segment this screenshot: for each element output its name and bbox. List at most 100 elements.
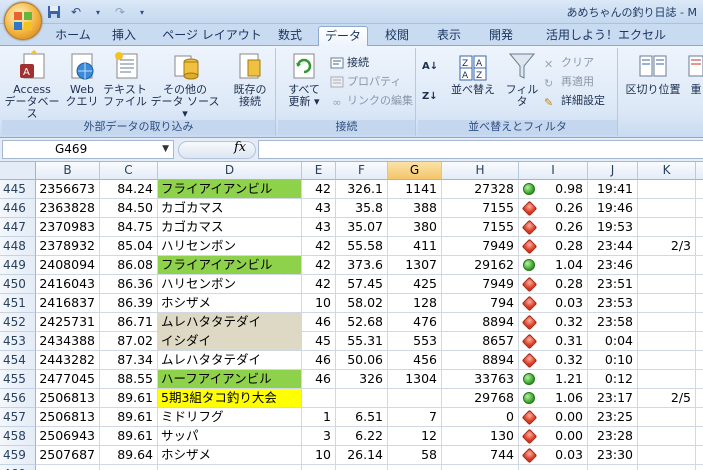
cell-b[interactable]: 2506943 (36, 427, 100, 446)
cell-c[interactable]: 87.02 (100, 332, 158, 351)
cell-i[interactable]: 0.31 (519, 332, 588, 351)
column-header-c[interactable]: C (100, 162, 158, 180)
row-header[interactable]: 452 (0, 313, 36, 332)
cell-d[interactable]: フライアイアンビル (158, 180, 302, 199)
cell-l[interactable] (696, 294, 703, 313)
cell-e[interactable]: 42 (302, 180, 336, 199)
cell-j[interactable]: 23:58 (588, 313, 638, 332)
cell-h[interactable]: 130 (442, 427, 519, 446)
tab-page-layout[interactable]: ページ レイアウト (160, 26, 264, 46)
row-header[interactable]: 459 (0, 446, 36, 465)
formula-input[interactable] (258, 140, 703, 159)
cell-g[interactable]: 58 (388, 446, 442, 465)
cell-h[interactable]: 29162 (442, 256, 519, 275)
cell-j[interactable]: 23:17 (588, 389, 638, 408)
cell-i[interactable]: 1.06 (519, 389, 588, 408)
cell-j[interactable] (588, 465, 638, 470)
row-header[interactable]: 450 (0, 275, 36, 294)
cell-b[interactable]: 2370983 (36, 218, 100, 237)
cell-k[interactable]: 2/3 (638, 237, 696, 256)
cell-h[interactable] (442, 465, 519, 470)
column-header-b[interactable]: B (36, 162, 100, 180)
cell-l[interactable] (696, 237, 703, 256)
cell-b[interactable] (36, 465, 100, 470)
cell-c[interactable]: 88.55 (100, 370, 158, 389)
row-header[interactable]: 446 (0, 199, 36, 218)
cell-c[interactable]: 86.39 (100, 294, 158, 313)
cell-b[interactable]: 2443282 (36, 351, 100, 370)
cell-i[interactable]: 0.00 (519, 427, 588, 446)
cell-c[interactable]: 86.71 (100, 313, 158, 332)
cell-i[interactable]: 0.28 (519, 237, 588, 256)
cell-e[interactable]: 42 (302, 275, 336, 294)
cell-k[interactable] (638, 446, 696, 465)
insert-function-icon[interactable]: fx (234, 140, 246, 155)
clear-button[interactable]: ✕ クリア (544, 54, 594, 71)
cell-e[interactable]: 3 (302, 427, 336, 446)
worksheet-grid[interactable]: B C D E F G H I J K 445 2356673 84.24 フライアイアンビル 42 326.… (0, 162, 703, 470)
cell-k[interactable] (638, 408, 696, 427)
cell-g[interactable]: 380 (388, 218, 442, 237)
cell-c[interactable]: 84.75 (100, 218, 158, 237)
row-header[interactable]: 453 (0, 332, 36, 351)
access-button[interactable]: A Access データベース (4, 50, 60, 120)
cell-c[interactable]: 89.61 (100, 389, 158, 408)
cell-d[interactable] (158, 465, 302, 470)
cell-f[interactable]: 6.51 (336, 408, 388, 427)
cell-k[interactable] (638, 313, 696, 332)
row-header[interactable]: 455 (0, 370, 36, 389)
row-header[interactable]: 445 (0, 180, 36, 199)
cell-j[interactable]: 23:46 (588, 256, 638, 275)
cell-h[interactable]: 7949 (442, 275, 519, 294)
cell-d[interactable]: カゴカマス (158, 218, 302, 237)
tab-insert[interactable]: 挿入 (104, 26, 144, 46)
cell-l[interactable] (696, 427, 703, 446)
row-header[interactable]: 456 (0, 389, 36, 408)
chevron-down-icon[interactable]: ▾ (90, 4, 106, 20)
cell-d[interactable]: ハリセンボン (158, 275, 302, 294)
refresh-all-button[interactable]: すべて 更新 ▾ (282, 50, 326, 108)
cell-f[interactable]: 373.6 (336, 256, 388, 275)
cell-i[interactable]: 1.21 (519, 370, 588, 389)
existing-connections-button[interactable]: 既存の 接続 (228, 50, 272, 108)
cell-g[interactable]: 388 (388, 199, 442, 218)
cell-e[interactable]: 45 (302, 332, 336, 351)
cell-e[interactable]: 46 (302, 313, 336, 332)
cell-j[interactable]: 23:28 (588, 427, 638, 446)
other-sources-button[interactable]: その他の データ ソース ▾ (148, 50, 222, 120)
cell-b[interactable]: 2363828 (36, 199, 100, 218)
cell-j[interactable]: 0:04 (588, 332, 638, 351)
cell-j[interactable]: 23:51 (588, 275, 638, 294)
cell-l[interactable] (696, 275, 703, 294)
web-query-button[interactable]: Web クエリ (64, 50, 100, 108)
cell-h[interactable]: 794 (442, 294, 519, 313)
cell-h[interactable]: 7155 (442, 199, 519, 218)
tab-katsuyou[interactable]: 活用しよう！エクセル (536, 26, 676, 46)
cell-k[interactable] (638, 218, 696, 237)
cell-g[interactable]: 476 (388, 313, 442, 332)
cell-k[interactable] (638, 294, 696, 313)
customize-icon[interactable]: ▾ (134, 4, 150, 20)
column-header-e[interactable]: E (302, 162, 336, 180)
cell-h[interactable]: 8894 (442, 313, 519, 332)
row-header[interactable]: 447 (0, 218, 36, 237)
column-header-j[interactable]: J (588, 162, 638, 180)
cell-l[interactable] (696, 351, 703, 370)
cell-h[interactable]: 27328 (442, 180, 519, 199)
tab-home[interactable]: ホーム (50, 26, 96, 46)
advanced-filter-button[interactable]: ✎ 詳細設定 (544, 92, 605, 109)
row-header[interactable]: 457 (0, 408, 36, 427)
cell-h[interactable]: 0 (442, 408, 519, 427)
cell-i[interactable]: 0.32 (519, 351, 588, 370)
cell-j[interactable]: 0:12 (588, 370, 638, 389)
cell-f[interactable]: 57.45 (336, 275, 388, 294)
properties-button[interactable]: プロパティ (330, 73, 401, 90)
text-to-columns-button[interactable]: 区切り位置 (622, 50, 684, 96)
cell-f[interactable]: 52.68 (336, 313, 388, 332)
cell-k[interactable] (638, 351, 696, 370)
cell-f[interactable]: 35.07 (336, 218, 388, 237)
cell-e[interactable]: 10 (302, 294, 336, 313)
row-header[interactable]: 448 (0, 237, 36, 256)
cell-k[interactable] (638, 465, 696, 470)
cell-j[interactable]: 23:53 (588, 294, 638, 313)
